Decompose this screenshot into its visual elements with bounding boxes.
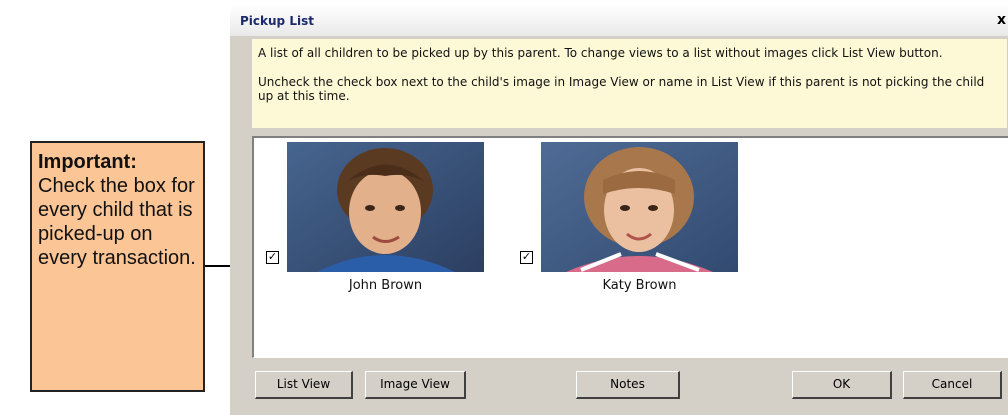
- children-image-panel: ✓ John Brown ✓ Katy Brown: [252, 136, 1008, 358]
- dialog-title: Pickup List: [240, 14, 314, 28]
- info-line-2: Uncheck the check box next to the child'…: [258, 75, 985, 103]
- child-photo-john: [287, 142, 484, 272]
- close-icon[interactable]: x: [997, 12, 1006, 28]
- ok-button[interactable]: OK: [792, 371, 892, 399]
- notes-button[interactable]: Notes: [576, 371, 680, 399]
- callout-box: Important: Check the box for every child…: [30, 141, 205, 392]
- callout-text: Check the box for every child that is pi…: [38, 175, 196, 269]
- child-name-katy: Katy Brown: [602, 278, 677, 293]
- info-line-1: A list of all children to be picked up b…: [258, 46, 943, 60]
- child-checkbox-john[interactable]: ✓: [266, 251, 279, 264]
- callout-heading: Important:: [38, 151, 137, 173]
- info-panel: A list of all children to be picked up b…: [252, 39, 1007, 128]
- image-view-button[interactable]: Image View: [365, 371, 466, 399]
- pickup-list-dialog: Pickup List x A list of all children to …: [230, 5, 1008, 415]
- child-checkbox-katy[interactable]: ✓: [520, 251, 533, 264]
- cancel-button[interactable]: Cancel: [903, 371, 1002, 399]
- title-bar: Pickup List x: [230, 5, 1008, 36]
- list-view-button[interactable]: List View: [255, 371, 353, 399]
- child-photo-katy: [541, 142, 738, 272]
- child-name-john: John Brown: [348, 278, 423, 293]
